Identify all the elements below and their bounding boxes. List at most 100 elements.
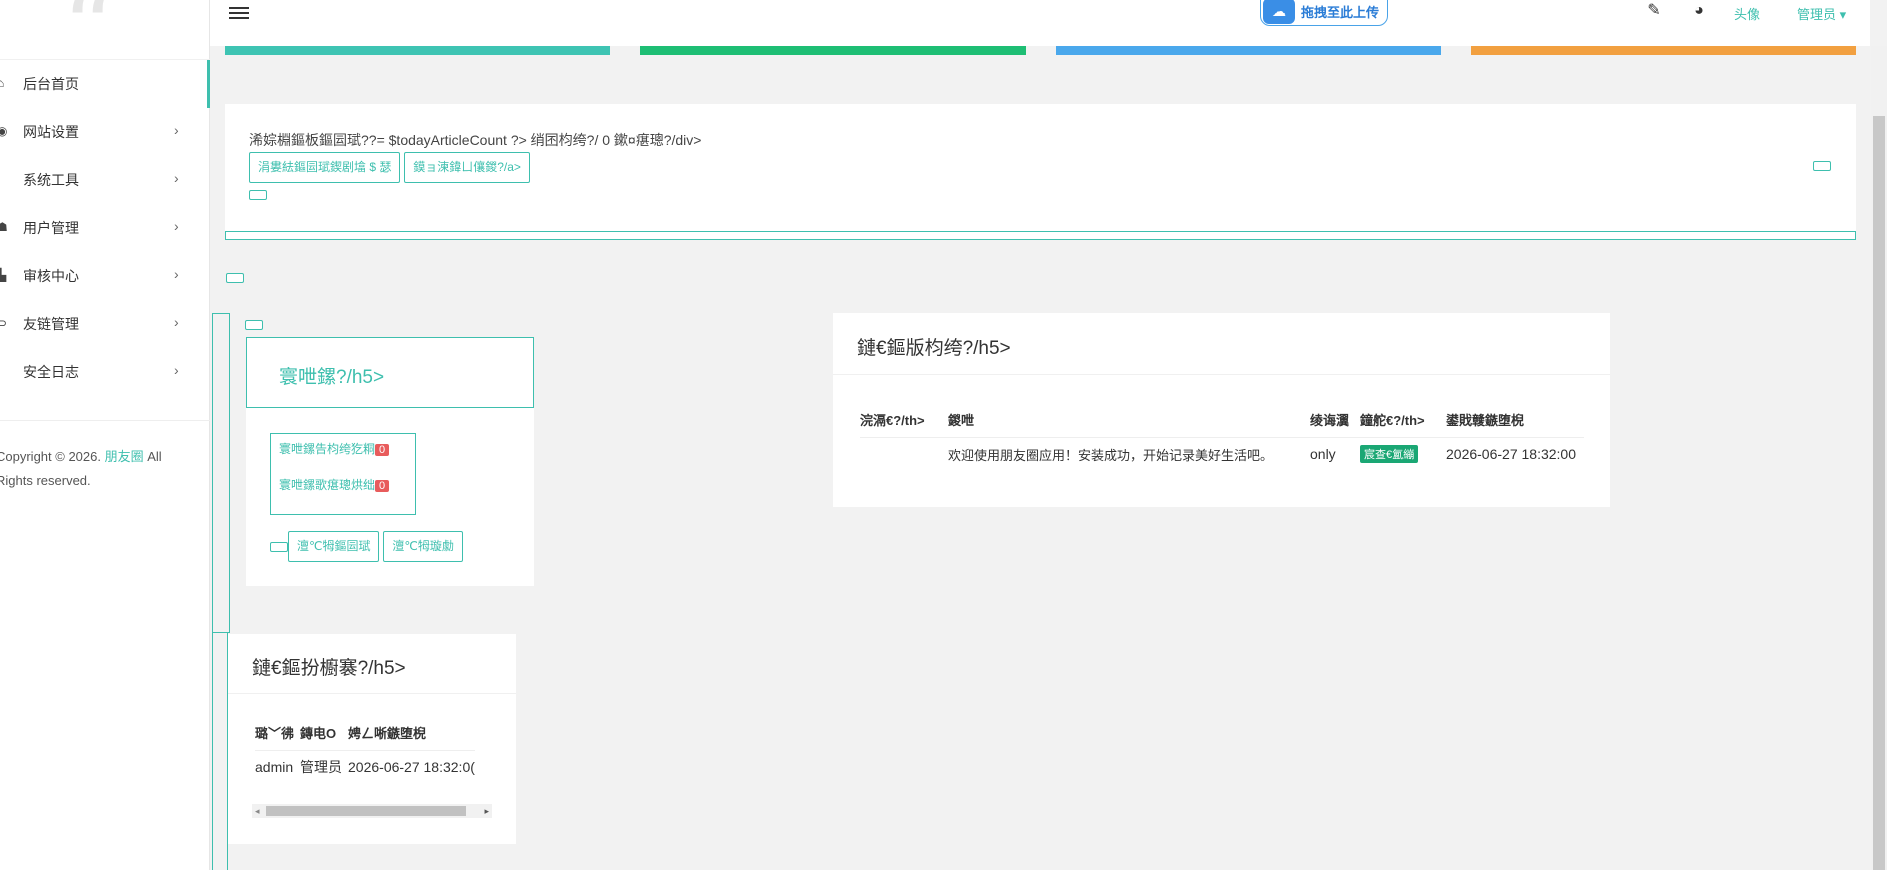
palette-icon[interactable]: ◕ xyxy=(1690,2,1708,20)
sidebar-item-label: 安全日志 xyxy=(23,364,79,380)
stub-button[interactable] xyxy=(245,320,263,330)
view-all-button[interactable]: 鏌ョ湅鍏ㄩ儴鍐?/a> xyxy=(404,152,530,183)
audit-actions: 澶℃牳鏂囩珷 澶℃牳璇勮 xyxy=(288,531,463,562)
sidebar-item-label: 友链管理 xyxy=(23,316,79,332)
stub-button[interactable] xyxy=(1813,161,1831,171)
sidebar-item-label: 后台首页 xyxy=(23,76,79,92)
scroll-left-icon[interactable]: ◂ xyxy=(255,804,260,818)
col-status: 鐘舵€?/th> xyxy=(1360,413,1425,429)
sidebar-item-security-log[interactable]: 安全日志 › xyxy=(0,348,210,396)
sidebar-item-links[interactable]: ⊃ 友链管理 › xyxy=(0,300,210,348)
cell-content: 欢迎使用朋友圈应用！安装成功，开始记录美好生活吧。 xyxy=(948,447,1274,463)
stat-card-bar-2 xyxy=(640,46,1026,55)
latest-articles-title: 鏈€鏂版枃绔?/h5> xyxy=(857,338,1011,359)
panel-divider xyxy=(228,693,516,694)
col-content: 鍐呭 xyxy=(948,413,975,429)
cell-account: admin xyxy=(255,759,294,776)
pending-comments-label: 寰呭鏍歌瘎璁烘绌 xyxy=(279,478,376,492)
chevron-right-icon: › xyxy=(174,218,179,234)
chevron-right-icon: › xyxy=(174,122,179,138)
sidebar-item-dashboard[interactable]: ⌂ 后台首页 xyxy=(0,60,210,108)
stat-card-bar-4 xyxy=(1471,46,1856,55)
scrollbar-thumb[interactable] xyxy=(266,806,466,816)
globe-icon: ◉ xyxy=(0,124,8,138)
menu-toggle-icon[interactable] xyxy=(229,4,249,22)
copyright-line-2: Rights reserved. xyxy=(0,473,91,488)
sidebar-item-label: 网站设置 xyxy=(23,124,79,140)
login-log-table: 璐﹀彿 鏄电О 娉ㄥ唽鏃堕棿 admin 管理员 2026-06-27 18:3… xyxy=(255,716,475,784)
chevron-right-icon: › xyxy=(174,362,179,378)
pending-articles[interactable]: 寰呭鏍告枃绔犵粡 0 xyxy=(279,440,390,457)
copyright-line-1: Copyright © 2026. 朋友圈 All xyxy=(0,445,210,469)
stub-button[interactable] xyxy=(226,273,244,283)
column-outline xyxy=(212,313,230,633)
copyright-suffix: All xyxy=(147,449,162,464)
status-badge: 宸查€氳繃 xyxy=(1360,445,1419,464)
table-row[interactable]: admin 管理员 2026-06-27 18:32:0( xyxy=(255,750,475,784)
login-log-panel: 鏈€鏂扮櫥褰?/h5> 璐﹀彿 鏄电О 娉ㄥ唽鏃堕棿 admin 管理员 202… xyxy=(228,634,516,844)
latest-articles-table: 浣滆€?/th> 鍐呭 绫诲瀷 鐘舵€?/th> 鍙戝竷鏃堕棿 欢迎使用朋友圈应… xyxy=(860,403,1584,471)
tools-icon xyxy=(0,173,7,185)
chevron-right-icon: › xyxy=(174,266,179,282)
cell-status: 宸查€氳繃 xyxy=(1360,437,1446,471)
top-header: ☁ 拖拽至此上传 ✎ ◕ 头像 管理员 ▾ xyxy=(210,0,1870,46)
audit-comments-button[interactable]: 澶℃牳璇勮 xyxy=(383,531,463,562)
col-time: 鍙戝竷鏃堕棿 xyxy=(1446,413,1525,429)
edit-icon[interactable]: ✎ xyxy=(1645,2,1663,20)
upload-label: 拖拽至此上传 xyxy=(1301,4,1380,20)
panel-divider xyxy=(833,374,1610,375)
copyright: Copyright © 2026. 朋友圈 All Rights reserve… xyxy=(0,420,210,493)
welcome-actions: 涓婁紶鏂囩珷鍥剧墖 $ 瑟 鏌ョ湅鍏ㄩ儴鍐?/a> xyxy=(249,152,530,183)
col-type: 绫诲瀷 xyxy=(1310,413,1350,429)
copyright-prefix: Copyright © 2026. xyxy=(0,449,101,464)
welcome-panel: 浠婃棩鏂板鏂囩珷??= $todayArticleCount ?> 绡囨枃绔?/… xyxy=(225,104,1856,240)
pending-comments[interactable]: 寰呭鏍歌瘎璁烘绌 0 xyxy=(279,476,390,493)
scrollbar[interactable] xyxy=(1871,46,1887,870)
audit-articles-button[interactable]: 澶℃牳鏂囩珷 xyxy=(288,531,380,562)
login-log-table-wrap: 璐﹀彿 鏄电О 娉ㄥ唽鏃堕棿 admin 管理员 2026-06-27 18:3… xyxy=(255,716,491,784)
pending-articles-label: 寰呭鏍告枃绔犵粡 xyxy=(279,442,376,456)
admin-label: 管理员 xyxy=(1797,7,1837,22)
audit-title: 寰呭鏍?/h5> xyxy=(279,367,385,388)
login-log-title: 鏈€鏂扮櫥褰?/h5> xyxy=(252,658,406,679)
upload-button[interactable]: ☁ 拖拽至此上传 xyxy=(1260,0,1388,26)
cell-nick: 管理员 xyxy=(300,759,343,776)
cell-time: 2026-06-27 18:32:0( xyxy=(348,759,475,776)
sidebar-item-system-tools[interactable]: 系统工具 › xyxy=(0,156,210,204)
cell-time: 2026-06-27 18:32:00 xyxy=(1446,446,1576,463)
audit-panel: 寰呭鏍?/h5> 寰呭鏍告枃绔犵粡 0 寰呭鏍歌瘎璁烘绌 0 澶℃牳鏂囩珷 澶℃牳璇… xyxy=(246,337,534,586)
table-header-row: 浣滆€?/th> 鍐呭 绫诲瀷 鐘舵€?/th> 鍙戝竷鏃堕棿 xyxy=(860,403,1584,437)
scroll-right-icon[interactable]: ▸ xyxy=(484,804,489,818)
stub-button[interactable] xyxy=(249,190,267,200)
horizontal-scrollbar[interactable]: ◂ ▸ xyxy=(252,804,492,818)
sidebar-item-label: 审核中心 xyxy=(23,268,79,284)
chevron-down-icon: ▾ xyxy=(1839,7,1847,22)
sidebar-item-users[interactable]: ☗ 用户管理 › xyxy=(0,204,210,252)
audit-icon: ▙ xyxy=(0,268,7,282)
sidebar: “ ⌂ 后台首页 ◉ 网站设置 › 系统工具 › ☗ 用户管理 › ▙ 审核中心… xyxy=(0,0,210,870)
chevron-right-icon: › xyxy=(174,314,179,330)
divider-box xyxy=(225,231,1856,240)
avatar[interactable]: 头像 xyxy=(1734,4,1760,23)
col-time: 娉ㄥ唽鏃堕棿 xyxy=(348,726,427,742)
sidebar-item-site-settings[interactable]: ◉ 网站设置 › xyxy=(0,108,210,156)
stub-button[interactable] xyxy=(270,542,288,552)
audit-header: 寰呭鏍?/h5> xyxy=(246,337,534,408)
cell-author xyxy=(860,437,948,471)
upload-article-button[interactable]: 涓婁紶鏂囩珷鍥剧墖 $ 瑟 xyxy=(249,152,401,183)
welcome-text: 浠婃棩鏂板鏂囩珷??= $todayArticleCount ?> 绡囨枃绔?/… xyxy=(249,132,702,148)
chevron-right-icon: › xyxy=(174,170,179,186)
scrollbar-thumb[interactable] xyxy=(1873,116,1885,870)
sidebar-item-audit[interactable]: ▙ 审核中心 › xyxy=(0,252,210,300)
cloud-upload-icon: ☁ xyxy=(1263,0,1295,24)
column-outline-lower xyxy=(212,633,228,870)
admin-menu[interactable]: 管理员 ▾ xyxy=(1797,4,1846,23)
table-row[interactable]: 欢迎使用朋友圈应用！安装成功，开始记录美好生活吧。 only 宸查€氳繃 202… xyxy=(860,437,1584,471)
col-account: 璐﹀彿 xyxy=(255,726,295,742)
home-icon: ⌂ xyxy=(0,76,5,90)
stat-card-bar-1 xyxy=(225,46,610,55)
col-nick: 鏄电О xyxy=(300,726,337,742)
copyright-link[interactable]: 朋友圈 xyxy=(105,449,144,464)
cell-type: only xyxy=(1310,446,1336,463)
stat-card-bar-3 xyxy=(1056,46,1441,55)
